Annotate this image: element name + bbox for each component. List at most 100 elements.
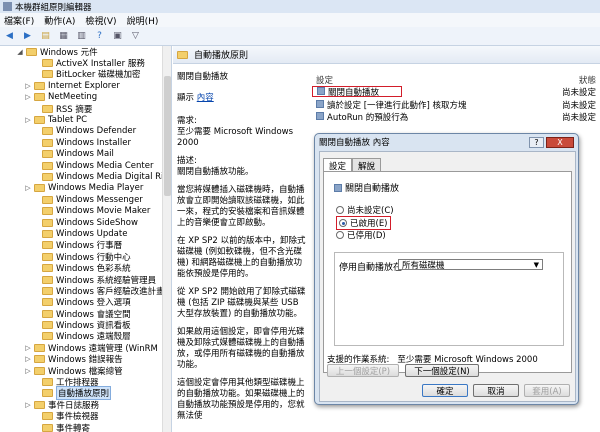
tree-item[interactable]: Windows 行事曆 [0, 240, 171, 251]
ok-button[interactable]: 確定 [422, 384, 468, 397]
column-state[interactable]: 狀態 [579, 74, 596, 86]
policy-row[interactable]: 關閉自動播放 [312, 86, 402, 98]
policy-row-name: 關閉自動播放 [328, 87, 380, 98]
tree-item[interactable]: Windows Media Digital Ri [0, 171, 171, 182]
expander-icon[interactable]: ▷ [24, 184, 32, 192]
tree-item[interactable]: Windows Mail [0, 149, 171, 160]
requirements-value: 至少需要 Microsoft Windows 2000 [177, 127, 294, 148]
policy-row[interactable]: 讀於設定 [一律進行此動作] 核取方塊 尚未設定 [312, 99, 600, 111]
folder-icon [34, 184, 45, 193]
folder-icon [42, 229, 53, 238]
expander-icon[interactable]: ▷ [24, 367, 32, 375]
tree-item[interactable]: BitLocker 磁碟機加密 [0, 69, 171, 80]
tree-item[interactable]: 事件轉寄 [0, 422, 171, 432]
tree-item[interactable]: Windows 客戶經驗改進計畫 [0, 285, 171, 297]
expander-icon[interactable]: ▷ [24, 93, 32, 101]
tree-item[interactable]: ▷ Windows 遠端管理 (WinRM [0, 342, 171, 354]
expander-icon[interactable]: ◢ [16, 48, 24, 56]
tree-item[interactable]: Windows SideShow [0, 217, 171, 228]
tree-item[interactable]: 自動播放原則 [0, 386, 171, 401]
tree-item-label: Windows 登入選項 [56, 298, 131, 309]
menu-help[interactable]: 說明(H) [127, 14, 159, 27]
policy-row-state: 尚未設定 [561, 112, 596, 123]
policy-row[interactable]: AutoRun 的預設行為 尚未設定 [312, 111, 600, 123]
tree-item[interactable]: Windows Update [0, 228, 171, 239]
tree-item[interactable]: ▷ NetMeeting [0, 92, 171, 103]
tree-item[interactable]: ActiveX Installer 服務 [0, 57, 171, 69]
tree-scrollbar[interactable] [162, 46, 171, 432]
tree-item[interactable]: Windows 會議空間 [0, 308, 171, 320]
folder-icon [34, 343, 45, 352]
expander-icon[interactable]: ▷ [24, 82, 32, 90]
tree-item[interactable]: Windows 資訊看板 [0, 319, 171, 331]
menu-view[interactable]: 檢視(V) [85, 14, 116, 27]
folder-icon [42, 195, 53, 204]
tree-item[interactable]: ▷ Windows Media Player [0, 183, 171, 194]
help-icon[interactable]: ? [92, 29, 107, 44]
tree-item[interactable]: RSS 摘要 [0, 103, 171, 115]
previous-setting-button[interactable]: 上一個設定(P) [327, 364, 399, 377]
column-setting[interactable]: 設定 [316, 74, 333, 86]
tree-item[interactable]: Windows Media Center [0, 160, 171, 171]
filter-icon[interactable]: ▽ [128, 29, 143, 44]
tree-item[interactable]: Windows Installer [0, 137, 171, 148]
menu-action[interactable]: 動作(A) [44, 14, 75, 27]
properties-icon[interactable]: ▣ [110, 29, 125, 44]
tree-item[interactable]: Windows 系統經驗管理員 [0, 274, 171, 286]
tree-item[interactable]: Windows 遠端殼層 [0, 331, 171, 342]
tree-item[interactable]: 事件檢視器 [0, 411, 171, 422]
folder-icon [42, 218, 53, 227]
radio-not-configured[interactable]: 尚未設定(C) [336, 204, 394, 216]
up-folder-icon[interactable]: ▤ [38, 29, 53, 44]
drives-dropdown[interactable]: 所有磁碟機 ▼ [398, 259, 543, 271]
tree-item-label: 事件轉寄 [56, 423, 91, 432]
tree-item[interactable]: ◢ Windows 元件 [0, 46, 171, 58]
forward-icon[interactable]: ▶ [20, 29, 35, 44]
radio-disabled[interactable]: 已停用(D) [336, 229, 386, 241]
expander-icon[interactable]: ▷ [24, 355, 32, 363]
folder-icon [42, 423, 53, 432]
cancel-button[interactable]: 取消 [473, 384, 519, 397]
close-button[interactable]: X [546, 136, 574, 148]
policy-row-state-wrap: 尚未設定 [402, 86, 600, 98]
apply-button[interactable]: 套用(A) [524, 384, 570, 397]
folder-icon [42, 150, 53, 159]
tree-item[interactable]: Windows Movie Maker [0, 205, 171, 216]
toolbar: ◀ ▶ ▤ ▦ ▥ ? ▣ ▽ [0, 27, 600, 46]
tree-item-label: Windows 行動中心 [56, 252, 131, 263]
export-list-icon[interactable]: ▥ [74, 29, 89, 44]
tree-item-label: Windows 系統經驗管理員 [56, 275, 157, 286]
next-setting-button[interactable]: 下一個設定(N) [405, 364, 479, 377]
back-icon[interactable]: ◀ [2, 29, 17, 44]
folder-icon [42, 389, 53, 398]
tree-item[interactable]: Windows Defender [0, 126, 171, 137]
radio-enabled[interactable]: 已啟用(E) [336, 216, 391, 230]
menu-file[interactable]: 檔案(F) [4, 14, 34, 27]
tree-item-label: Windows Movie Maker [56, 206, 151, 217]
tree-item[interactable]: ▷ Windows 錯誤報告 [0, 354, 171, 365]
folder-icon [34, 400, 45, 409]
tree-item-label: BitLocker 磁碟機加密 [56, 70, 141, 81]
window-title: 本機群組原則編輯器 [15, 2, 92, 13]
expander-icon[interactable]: ▷ [24, 344, 32, 352]
policy-description: 關閉自動播放 顯示 內容 需求: 至少需要 Microsoft Windows … [177, 72, 307, 429]
folder-icon [42, 207, 53, 216]
tree-item[interactable]: Windows Messenger [0, 194, 171, 205]
show-tree-icon[interactable]: ▦ [56, 29, 71, 44]
tree-item[interactable]: Windows 登入選項 [0, 297, 171, 308]
tree-item[interactable]: ▷ Windows 檔案總管 [0, 365, 171, 377]
folder-icon [42, 252, 53, 261]
help-button[interactable]: ? [529, 136, 544, 148]
expander-icon[interactable]: ▷ [24, 401, 32, 409]
folder-icon [42, 70, 53, 79]
tree-item[interactable]: Windows 色彩系統 [0, 262, 171, 274]
tree-item[interactable]: Windows 行動中心 [0, 251, 171, 263]
tree-item[interactable]: ▷ Tablet PC [0, 114, 171, 125]
display-label: 顯示 [177, 93, 195, 103]
folder-icon [42, 321, 53, 330]
properties-link[interactable]: 內容 [197, 93, 214, 103]
tree-item[interactable]: ▷ 事件日誌服務 [0, 399, 171, 411]
tree-item[interactable]: ▷ Internet Explorer [0, 80, 171, 91]
scrollbar-thumb[interactable] [164, 76, 171, 196]
expander-icon[interactable]: ▷ [24, 116, 32, 124]
